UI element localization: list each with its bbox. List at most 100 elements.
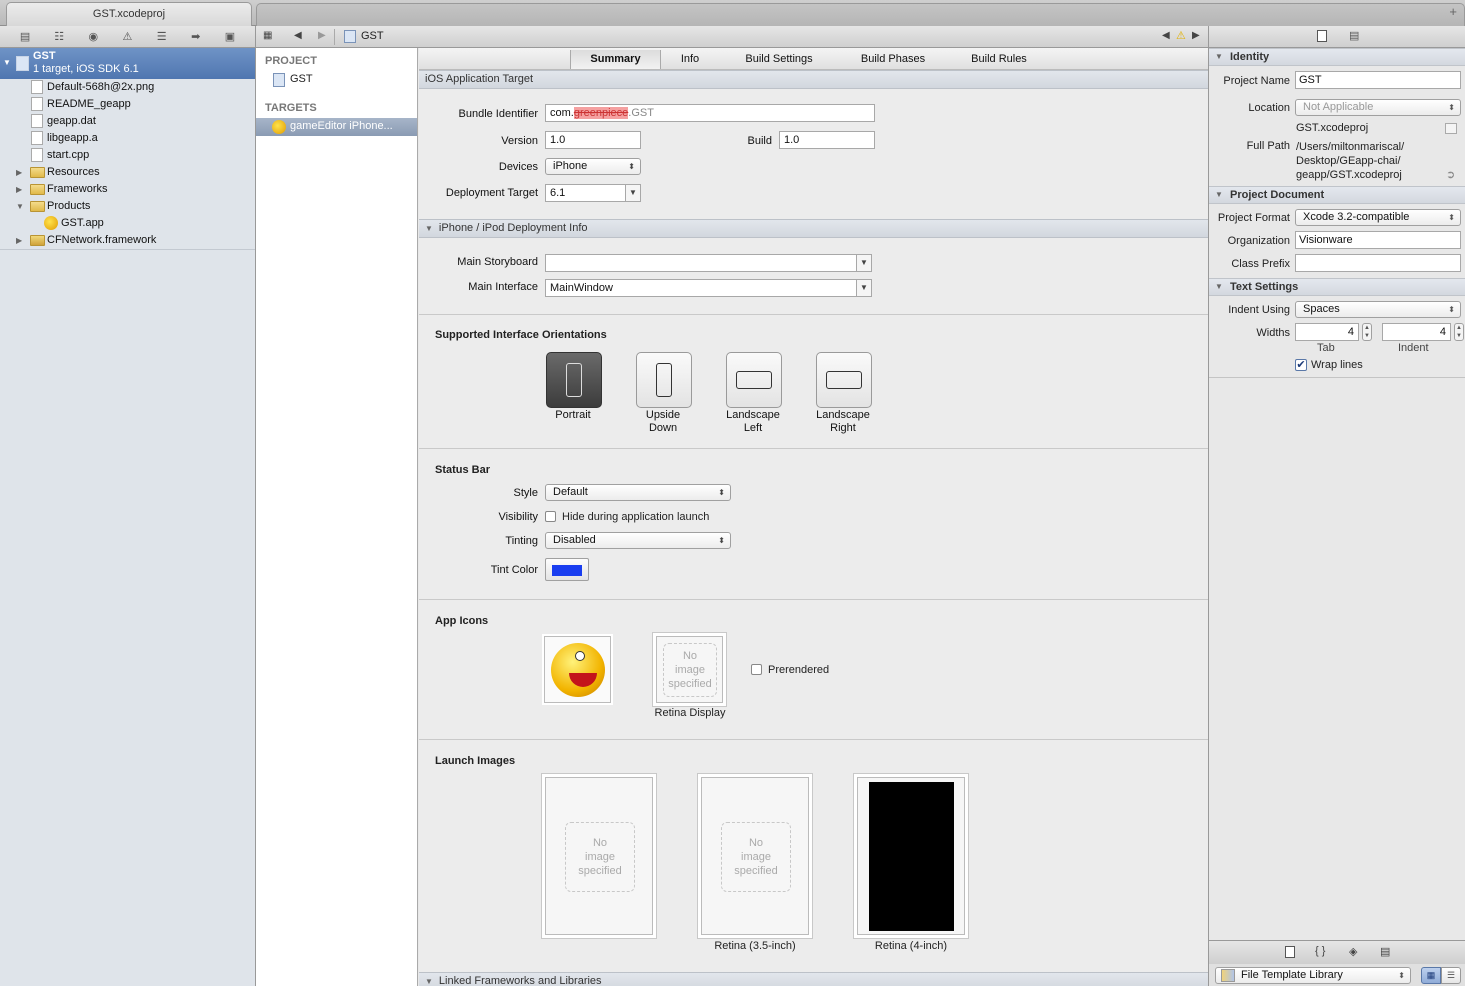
divider	[419, 314, 1208, 315]
project-document-header[interactable]: Project Document	[1209, 186, 1465, 204]
organization-field[interactable]: Visionware	[1295, 231, 1461, 249]
location-popup[interactable]: Not Applicable ⬍	[1295, 99, 1461, 116]
back-arrow-icon[interactable]: ◀	[294, 30, 302, 41]
add-tab-button[interactable]: +	[1449, 4, 1457, 19]
wrap-lines-label[interactable]: Wrap lines	[1311, 359, 1363, 371]
file-icon	[31, 131, 43, 145]
project-item[interactable]: GST	[290, 73, 313, 85]
tab-width-field[interactable]: 4	[1295, 323, 1359, 341]
indent-using-popup[interactable]: Spaces ⬍	[1295, 301, 1461, 318]
nav-item[interactable]: GST.app	[0, 215, 255, 232]
indent-width-stepper[interactable]: ▲ ▼	[1454, 323, 1464, 341]
no-image-placeholder: No image specified	[721, 822, 791, 892]
hide-status-bar-checkbox[interactable]	[545, 511, 556, 522]
build-field[interactable]: 1.0	[779, 131, 875, 149]
bundle-id-field[interactable]: com.greenpiece.GST	[545, 104, 875, 122]
forward-arrow-icon[interactable]: ▶	[318, 30, 326, 41]
tab-build-rules[interactable]: Build Rules	[959, 50, 1039, 69]
tab-empty[interactable]	[256, 3, 1465, 26]
tab-info[interactable]: Info	[661, 50, 719, 69]
issue-navigator-icon[interactable]: ⚠	[120, 31, 134, 43]
chevron-down-icon[interactable]: ▼	[856, 280, 871, 296]
target-item[interactable]: gameEditor iPhone...	[256, 118, 417, 136]
disclosure-open-icon[interactable]: ▼	[16, 198, 24, 215]
nav-item[interactable]: Default-568h@2x.png	[0, 79, 255, 96]
debug-navigator-icon[interactable]: ☰	[155, 31, 169, 43]
previous-issue-icon[interactable]: ◀	[1162, 30, 1170, 41]
tab-summary[interactable]: Summary	[570, 50, 661, 69]
tab-build-phases[interactable]: Build Phases	[849, 50, 937, 69]
style-popup[interactable]: Default ⬍	[545, 484, 731, 501]
nav-item[interactable]: ▶ CFNetwork.framework	[0, 232, 255, 249]
library-popup[interactable]: File Template Library ⬍	[1215, 967, 1411, 984]
object-library-icon[interactable]: ◈	[1349, 945, 1357, 958]
disclosure-closed-icon[interactable]: ▶	[16, 181, 22, 198]
search-navigator-icon[interactable]: ◉	[86, 31, 100, 43]
symbol-navigator-icon[interactable]: ☷	[52, 31, 66, 43]
prerendered-checkbox[interactable]	[751, 664, 762, 675]
nav-item[interactable]: ▶ Resources	[0, 164, 255, 181]
next-issue-icon[interactable]: ▶	[1192, 30, 1200, 41]
chevron-down-icon[interactable]: ▼	[856, 255, 871, 271]
nav-item[interactable]: geapp.dat	[0, 113, 255, 130]
retina-icon-well[interactable]: No image specified	[656, 636, 723, 703]
identity-header[interactable]: Identity	[1209, 48, 1465, 66]
launch-image-retina35-well[interactable]: No image specified	[701, 777, 809, 935]
reveal-in-finder-icon[interactable]: ➲	[1446, 168, 1455, 181]
media-library-icon[interactable]: ▤	[1380, 945, 1390, 958]
updown-arrow-icon: ⬍	[718, 488, 725, 497]
disclosure-closed-icon[interactable]: ▶	[16, 164, 22, 181]
indent-width-field[interactable]: 4	[1382, 323, 1451, 341]
list-view-icon[interactable]: ☰	[1441, 967, 1461, 984]
project-navigator-icon[interactable]: ▤	[18, 31, 32, 43]
orientation-upside-down[interactable]	[636, 352, 692, 408]
version-field[interactable]: 1.0	[545, 131, 641, 149]
prerendered-label[interactable]: Prerendered	[768, 664, 829, 676]
tab-width-stepper[interactable]: ▲ ▼	[1362, 323, 1372, 341]
related-items-icon[interactable]: ▦	[263, 30, 272, 41]
jump-crumb-project[interactable]: GST	[361, 30, 384, 42]
project-name-field[interactable]: GST	[1295, 71, 1461, 89]
nav-item-label: geapp.dat	[47, 115, 96, 127]
grid-view-icon[interactable]: ▦	[1421, 967, 1441, 984]
chevron-down-icon[interactable]: ▼	[625, 185, 640, 201]
disclosure-closed-icon[interactable]: ▶	[16, 232, 22, 249]
breakpoint-navigator-icon[interactable]: ➡	[189, 31, 203, 43]
warning-icon[interactable]: ⚠	[1176, 29, 1186, 42]
hide-status-bar-label[interactable]: Hide during application launch	[562, 511, 709, 523]
nav-item[interactable]: ▼ Products	[0, 198, 255, 215]
text-settings-header[interactable]: Text Settings	[1209, 278, 1465, 296]
launch-image-retina4-well[interactable]	[857, 777, 965, 935]
file-template-icon[interactable]	[1285, 946, 1295, 958]
code-snippet-icon[interactable]: { }	[1315, 945, 1325, 957]
interface-combo[interactable]: MainWindow ▼	[545, 279, 872, 297]
project-row-selected[interactable]: ▼ GST 1 target, iOS SDK 6.1	[0, 48, 255, 79]
storyboard-combo[interactable]: ▼	[545, 254, 872, 272]
file-icon	[31, 97, 43, 111]
divider	[419, 739, 1208, 740]
log-navigator-icon[interactable]: ▣	[223, 31, 237, 43]
nav-item[interactable]: ▶ Frameworks	[0, 181, 255, 198]
file-inspector-icon[interactable]	[1317, 30, 1327, 42]
file-icon	[31, 114, 43, 128]
tint-color-well[interactable]	[545, 558, 589, 581]
wrap-lines-checkbox[interactable]: ✔	[1295, 359, 1307, 371]
deploy-combo[interactable]: 6.1 ▼	[545, 184, 641, 202]
nav-item[interactable]: README_geapp	[0, 96, 255, 113]
orientation-landscape-right[interactable]	[816, 352, 872, 408]
class-prefix-field[interactable]	[1295, 254, 1461, 272]
nav-item-label: start.cpp	[47, 149, 90, 161]
devices-popup[interactable]: iPhone ⬍	[545, 158, 641, 175]
choose-file-icon[interactable]	[1445, 123, 1457, 134]
quick-help-icon[interactable]: ▤	[1349, 29, 1359, 42]
nav-item[interactable]: libgeapp.a	[0, 130, 255, 147]
orientation-portrait[interactable]	[546, 352, 602, 408]
format-popup[interactable]: Xcode 3.2-compatible ⬍	[1295, 209, 1461, 226]
app-icon-well[interactable]	[544, 636, 611, 703]
nav-item[interactable]: start.cpp	[0, 147, 255, 164]
tab-build-settings[interactable]: Build Settings	[734, 50, 824, 69]
tinting-popup[interactable]: Disabled ⬍	[545, 532, 731, 549]
tab-project[interactable]: GST.xcodeproj	[6, 2, 252, 26]
orientation-landscape-left[interactable]	[726, 352, 782, 408]
launch-image-standard-well[interactable]: No image specified	[545, 777, 653, 935]
